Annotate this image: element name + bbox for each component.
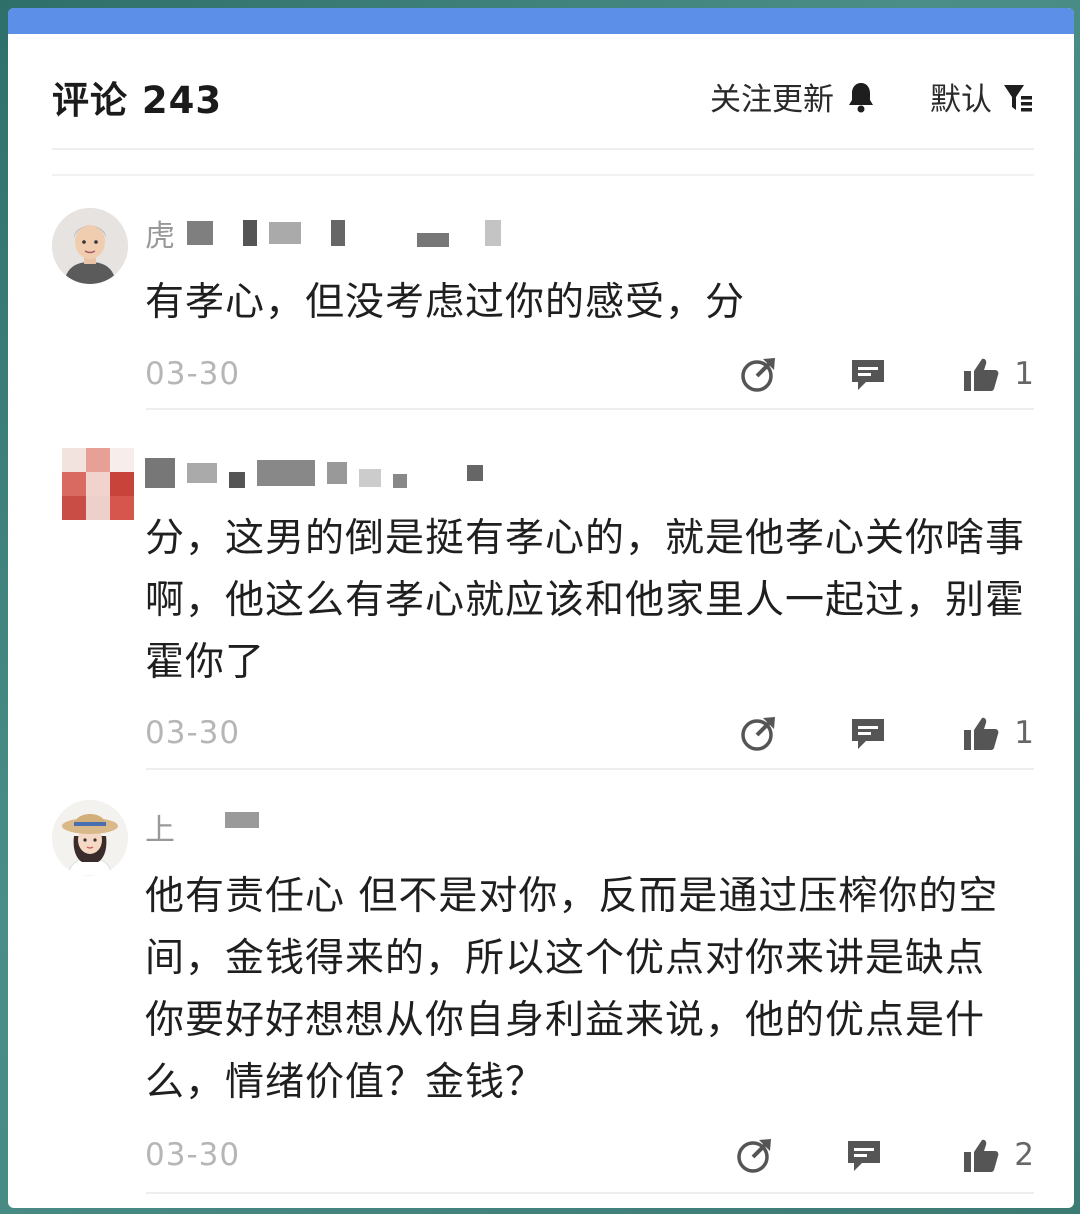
share-icon[interactable] xyxy=(739,713,779,753)
sort-button[interactable]: 默认 xyxy=(930,74,1034,119)
username-pixelated xyxy=(187,463,217,483)
username-pixelated xyxy=(359,469,381,487)
username[interactable]: 虎 xyxy=(145,216,501,254)
username-visible-char: 上 xyxy=(145,813,175,848)
username-pixelated xyxy=(327,462,347,484)
username-visible-char: 虎 xyxy=(145,219,175,254)
share-icon[interactable] xyxy=(735,1135,775,1175)
username-pixelated xyxy=(467,465,483,481)
avatar[interactable] xyxy=(62,448,134,520)
comment-divider xyxy=(146,1192,1034,1194)
username-pixelated xyxy=(417,233,449,247)
comment-date: 03-30 xyxy=(145,1137,241,1173)
comment-date: 03-30 xyxy=(145,356,241,392)
comment-divider xyxy=(146,768,1034,770)
like-button[interactable]: 2 xyxy=(962,1133,1034,1177)
comment-item: 上 他有责任心 但不是对你，反而是通过压榨你的空间，金钱得来的，所以这个优点对你… xyxy=(52,800,1034,1180)
comment-meta: 03-30 1 xyxy=(145,711,1034,755)
username-pixelated xyxy=(393,474,407,488)
comment-date: 03-30 xyxy=(145,715,241,751)
like-button[interactable]: 1 xyxy=(962,711,1034,755)
username-pixelated xyxy=(229,472,245,488)
avatar[interactable] xyxy=(52,208,128,284)
comment-meta: 03-30 1 xyxy=(145,352,1034,396)
section-divider xyxy=(52,174,1034,176)
comment-divider xyxy=(146,408,1034,410)
reply-icon[interactable] xyxy=(848,354,888,394)
woman-hat-avatar-icon xyxy=(52,800,128,876)
comments-title: 评论 243 xyxy=(52,79,223,122)
header-divider xyxy=(52,148,1034,150)
bell-icon xyxy=(849,82,873,112)
filter-icon xyxy=(1004,84,1032,111)
comment-text: 他有责任心 但不是对你，反而是通过压榨你的空间，金钱得来的，所以这个优点对你来讲… xyxy=(145,874,999,1105)
comments-panel: 评论 243 关注更新 默认 虎 有孝心，但没考虑过你的感受，分 03-30 1… xyxy=(8,8,1074,1208)
username-pixelated xyxy=(225,812,259,828)
username-pixelated xyxy=(485,220,501,246)
share-icon[interactable] xyxy=(739,354,779,394)
username[interactable]: 上 xyxy=(145,810,259,848)
pixelated-avatar-icon xyxy=(62,448,134,520)
avatar[interactable] xyxy=(52,800,128,876)
username[interactable] xyxy=(145,456,483,490)
thumbs-up-icon xyxy=(964,358,999,391)
top-accent-bar xyxy=(8,8,1074,34)
username-pixelated xyxy=(145,458,175,488)
thumbs-up-icon xyxy=(964,1139,999,1172)
like-count: 2 xyxy=(1014,1137,1034,1173)
man-avatar-icon xyxy=(52,208,128,284)
follow-updates-label: 关注更新 xyxy=(710,82,834,118)
comment-item: 分，这男的倒是挺有孝心的，就是他孝心关你啥事啊，他这么有孝心就应该和他家里人一起… xyxy=(52,448,1034,768)
username-pixelated xyxy=(243,220,257,246)
username-pixelated xyxy=(187,221,213,245)
reply-icon[interactable] xyxy=(848,713,888,753)
like-count: 1 xyxy=(1014,356,1034,392)
username-pixelated xyxy=(257,460,315,486)
like-button[interactable]: 1 xyxy=(962,352,1034,396)
thumbs-up-icon xyxy=(964,717,999,750)
follow-updates-button[interactable]: 关注更新 xyxy=(710,74,876,119)
like-count: 1 xyxy=(1014,715,1034,751)
comments-header: 评论 243 关注更新 默认 xyxy=(52,66,1034,126)
reply-icon[interactable] xyxy=(844,1135,884,1175)
username-pixelated xyxy=(269,222,301,244)
comment-item: 虎 有孝心，但没考虑过你的感受，分 03-30 1 xyxy=(52,208,1034,408)
comment-text: 有孝心，但没考虑过你的感受，分 xyxy=(145,280,746,325)
comment-meta: 03-30 2 xyxy=(145,1133,1034,1177)
comment-text: 分，这男的倒是挺有孝心的，就是他孝心关你啥事啊，他这么有孝心就应该和他家里人一起… xyxy=(145,516,1026,685)
username-pixelated xyxy=(331,220,345,246)
sort-label: 默认 xyxy=(930,82,992,118)
